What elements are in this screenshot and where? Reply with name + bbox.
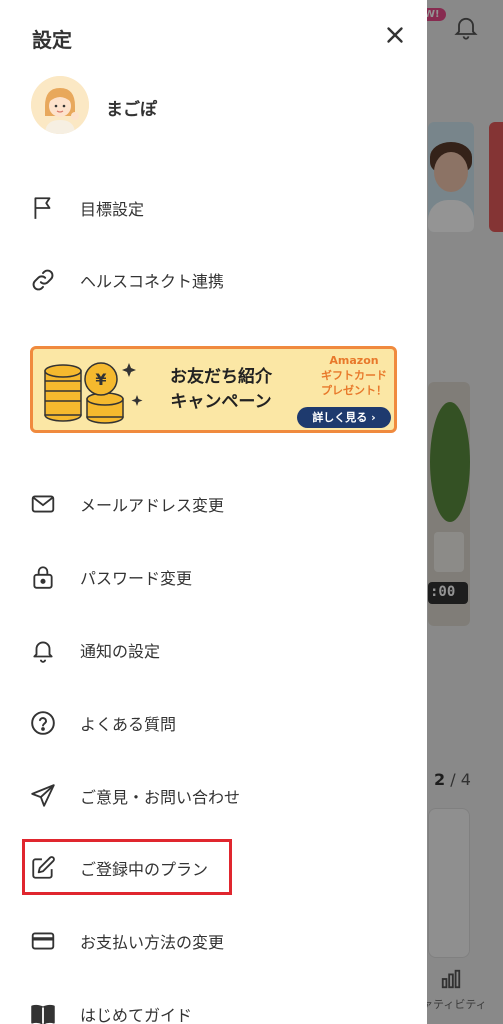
menu-item-label: メールアドレス変更	[80, 496, 225, 515]
menu-item-getting-started-guide[interactable]: はじめてガイド	[28, 994, 408, 1024]
menu-item-label: パスワード変更	[80, 569, 193, 588]
settings-drawer: 設定 まごぽ 目標設定 ヘルスコネクト連携 ¥ お友だち紹介 キャンペーン Am…	[0, 0, 427, 1024]
menu-item-notification-settings[interactable]: 通知の設定	[28, 630, 408, 670]
menu-item-label: 目標設定	[80, 200, 145, 219]
credit-card-icon	[28, 926, 58, 956]
lock-icon	[28, 562, 58, 592]
menu-item-label: 通知の設定	[80, 642, 161, 661]
menu-item-label: よくある質問	[80, 715, 177, 734]
book-icon	[28, 999, 58, 1024]
link-icon	[28, 265, 58, 295]
referral-campaign-banner[interactable]: ¥ お友だち紹介 キャンペーン Amazon ギフトカード プレゼント！ 詳しく…	[30, 346, 397, 433]
menu-item-change-email[interactable]: メールアドレス変更	[28, 484, 408, 524]
menu-item-health-connect[interactable]: ヘルスコネクト連携	[28, 260, 408, 300]
user-name[interactable]: まごぽ	[106, 95, 157, 120]
menu-item-faq[interactable]: よくある質問	[28, 703, 408, 743]
highlight-box	[22, 839, 232, 895]
question-icon	[28, 708, 58, 738]
mail-icon	[28, 489, 58, 519]
avatar[interactable]	[31, 76, 89, 134]
send-icon	[28, 781, 58, 811]
banner-headline: お友だち紹介 キャンペーン	[170, 367, 272, 412]
coins-icon: ¥	[44, 362, 143, 424]
close-icon[interactable]	[382, 22, 408, 48]
menu-item-goal-setting[interactable]: 目標設定	[28, 188, 408, 228]
menu-item-change-password[interactable]: パスワード変更	[28, 557, 408, 597]
banner-amazon-gift: Amazon ギフトカード プレゼント！	[321, 354, 387, 397]
svg-text:¥: ¥	[95, 370, 106, 389]
menu-item-label: ご意見・お問い合わせ	[80, 788, 241, 807]
bell-icon	[28, 635, 58, 665]
banner-detail-button[interactable]: 詳しく見る ›	[297, 407, 391, 428]
menu-item-label: お支払い方法の変更	[80, 933, 225, 952]
menu-item-change-payment-method[interactable]: お支払い方法の変更	[28, 921, 408, 961]
drawer-title: 設定	[32, 28, 72, 52]
flag-icon	[28, 193, 58, 223]
menu-item-label: ヘルスコネクト連携	[80, 272, 225, 291]
menu-item-feedback-contact[interactable]: ご意見・お問い合わせ	[28, 776, 408, 816]
menu-item-label: はじめてガイド	[80, 1006, 193, 1024]
